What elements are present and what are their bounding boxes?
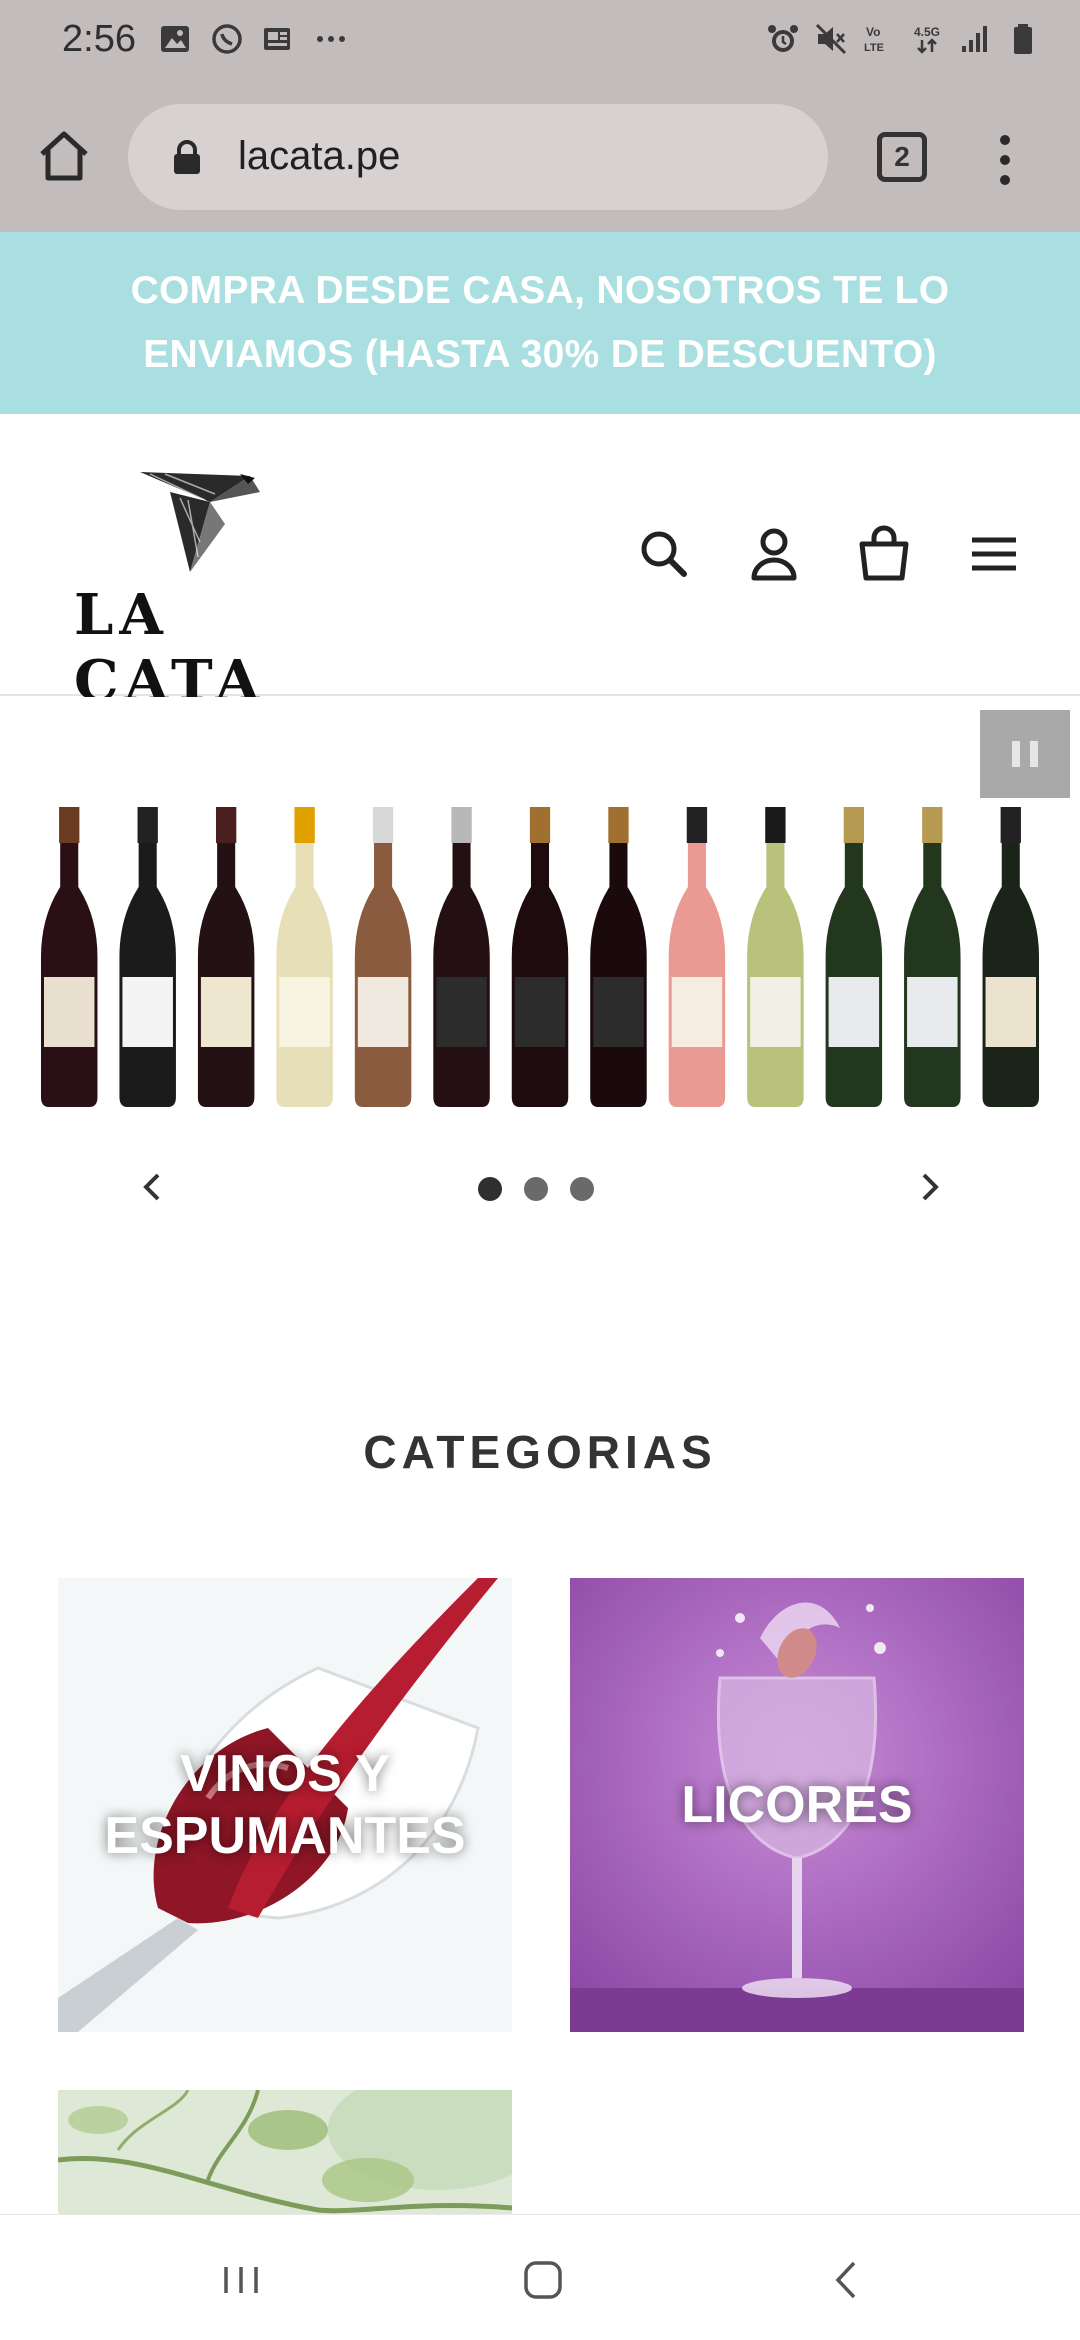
alarm-icon [768,25,798,52]
logo-text: LA CATA [74,582,266,714]
slideshow-prev-arrow[interactable] [132,1167,172,1207]
hero-slideshow [0,697,1080,1257]
status-system-icons: Vo LTE 4.5G [766,22,1040,56]
wine-bottle [276,807,333,1107]
browser-toolbar: lacata.pe 2 [0,84,1080,232]
vine-leaves-image [58,2090,512,2214]
wine-bottle [668,807,726,1107]
signal-icon [962,26,987,52]
announcement-text: COMPRA DESDE CASA, NOSOTROS TE LO ENVIAM… [130,269,950,376]
category-card-vinos[interactable]: VINOS Y ESPUMANTES [58,1578,512,2032]
system-navigation-bar [0,2214,1080,2340]
wine-bottle [825,807,883,1107]
url-text: lacata.pe [238,134,401,178]
wine-bottle [904,807,961,1107]
wine-bottle [197,807,255,1107]
recent-apps-icon[interactable] [216,2255,266,2305]
news-icon [264,28,290,50]
wine-bottle [747,807,804,1107]
gallery-icon [161,26,189,52]
slideshow-pause-button[interactable] [980,710,1070,798]
cart-icon[interactable] [854,524,914,584]
tab-switcher-button[interactable]: 2 [877,132,927,182]
home-icon[interactable] [34,126,94,186]
slideshow-next-arrow[interactable] [910,1167,950,1207]
wine-bottle [40,807,98,1107]
pause-icon-bar [1030,741,1038,767]
wine-bottle [433,807,490,1107]
home-nav-icon[interactable] [518,2255,568,2305]
address-bar[interactable]: lacata.pe [128,104,828,210]
data-4_5g-icon: 4.5G [914,25,940,54]
battery-icon [1014,24,1032,54]
site-logo[interactable]: LA CATA [70,462,320,714]
volte-icon: Vo LTE [864,25,884,54]
slideshow-dots [478,1177,594,1201]
svg-text:4.5G: 4.5G [914,25,940,39]
status-time: 2:56 [62,18,136,60]
slide-dot-1[interactable] [478,1177,502,1201]
category-label-licores: LICORES [681,1776,913,1834]
wine-bottles-image[interactable] [30,807,1050,1107]
whatsapp-icon [212,24,242,54]
svg-text:LTE: LTE [864,42,884,54]
status-bar: 2:56 Vo LTE 4.5G [0,0,1080,84]
hamburger-menu-icon[interactable] [964,524,1024,584]
category-label-line2: ESPUMANTES [104,1807,466,1865]
browser-menu-icon[interactable] [990,130,1020,190]
status-notification-icons [158,22,348,56]
category-label-line1: VINOS Y [179,1745,390,1803]
account-icon[interactable] [744,524,804,584]
mute-icon [815,23,847,55]
category-card-licores[interactable]: LICORES [570,1578,1024,2032]
search-icon[interactable] [634,524,694,584]
wine-bottle [119,807,176,1107]
wine-bottle [982,807,1040,1107]
pause-icon [1012,741,1020,767]
announcement-bar[interactable]: COMPRA DESDE CASA, NOSOTROS TE LO ENVIAM… [0,232,1080,414]
back-nav-icon[interactable] [822,2255,872,2305]
slide-dot-3[interactable] [570,1177,594,1201]
wine-bottle [590,807,647,1107]
categories-title: CATEGORIAS [363,1426,717,1478]
wine-bottle [511,807,569,1107]
svg-text:Vo: Vo [866,25,880,39]
site-header: LA CATA [0,414,1080,714]
slide-dot-2[interactable] [524,1177,548,1201]
lock-icon [174,140,200,174]
more-dots-icon [317,36,345,42]
bird-logo-icon [140,472,260,572]
wine-bottle [354,807,412,1107]
category-card-third[interactable] [58,2090,512,2214]
